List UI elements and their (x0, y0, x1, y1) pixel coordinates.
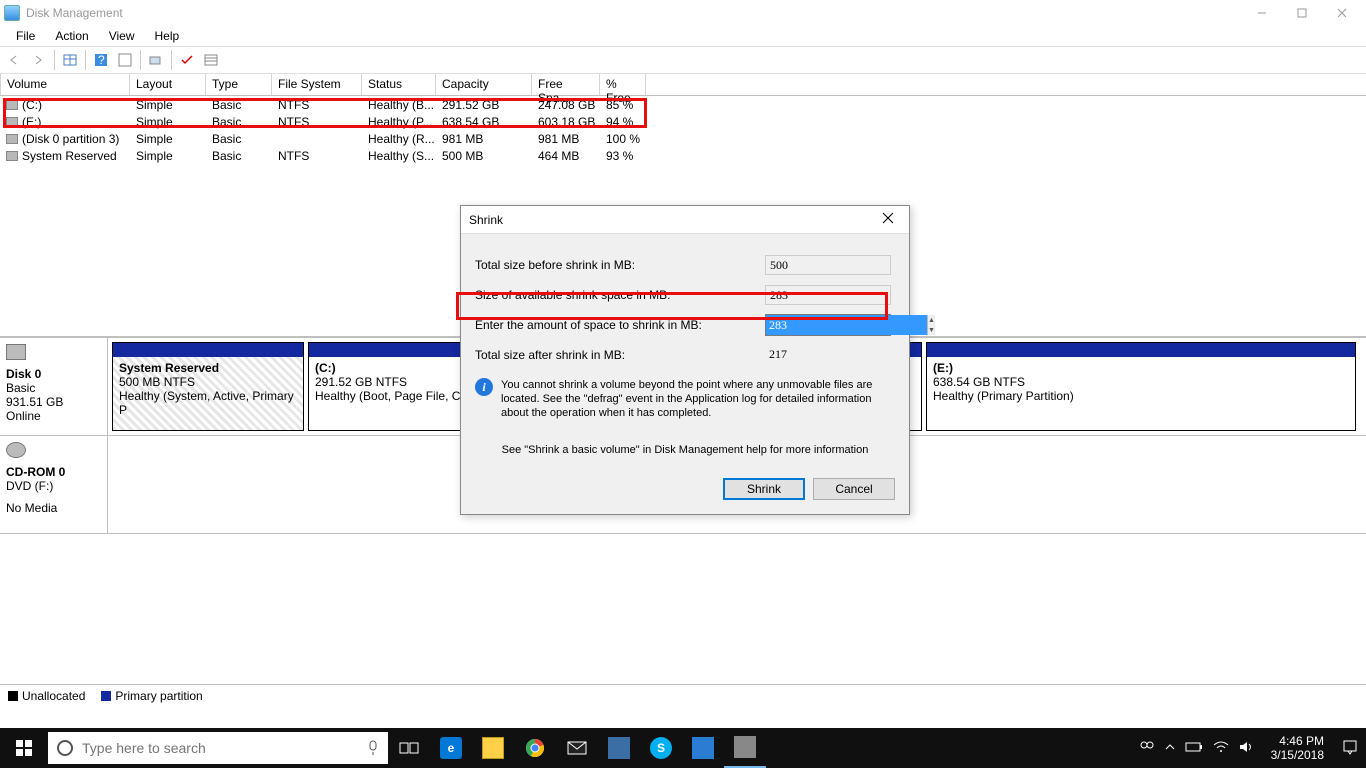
disk-0-size: 931.51 GB (6, 395, 101, 409)
start-button[interactable] (0, 728, 48, 768)
value-total-before: 500 (765, 255, 891, 275)
cdrom-drive: DVD (F:) (6, 479, 101, 493)
svg-text:?: ? (98, 53, 105, 67)
wifi-icon[interactable] (1213, 741, 1229, 756)
back-button[interactable] (4, 49, 26, 71)
cdrom-label[interactable]: CD-ROM 0 DVD (F:) No Media (0, 436, 108, 533)
label-total-before: Total size before shrink in MB: (475, 258, 765, 272)
dialog-title: Shrink (469, 213, 875, 227)
tray-chevron-icon[interactable] (1165, 741, 1175, 755)
legend: Unallocated Primary partition (0, 684, 1366, 706)
legend-unallocated-swatch (8, 691, 18, 701)
shrink-dialog: Shrink Total size before shrink in MB: 5… (460, 205, 910, 515)
mic-icon[interactable] (366, 739, 380, 757)
taskbar-app-1[interactable] (598, 728, 640, 768)
disk-0-status: Online (6, 409, 101, 423)
col-volume[interactable]: Volume (0, 74, 130, 95)
volume-row[interactable]: (Disk 0 partition 3)SimpleBasicHealthy (… (0, 130, 1366, 147)
col-type[interactable]: Type (206, 74, 272, 95)
clock[interactable]: 4:46 PM 3/15/2018 (1263, 734, 1332, 762)
menu-bar: File Action View Help (0, 26, 1366, 46)
volume-list-header: Volume Layout Type File System Status Ca… (0, 74, 1366, 96)
label-total-after: Total size after shrink in MB: (475, 348, 765, 362)
value-total-after: 217 (765, 345, 891, 365)
help-text: See "Shrink a basic volume" in Disk Mana… (475, 444, 895, 456)
app-icon (4, 5, 20, 21)
volume-row[interactable]: (C:)SimpleBasicNTFSHealthy (B...291.52 G… (0, 96, 1366, 113)
shrink-amount-input[interactable] (766, 315, 927, 335)
label-enter-amount: Enter the amount of space to shrink in M… (475, 318, 765, 332)
clock-date: 3/15/2018 (1271, 748, 1324, 762)
legend-primary-swatch (101, 691, 111, 701)
partition-e[interactable]: (E:) 638.54 GB NTFS Healthy (Primary Par… (926, 342, 1356, 431)
people-icon[interactable] (1139, 739, 1155, 758)
maximize-button[interactable] (1282, 2, 1322, 24)
skype-icon[interactable]: S (640, 728, 682, 768)
spinner-up[interactable]: ▲ (928, 315, 935, 325)
volume-row[interactable]: (E:)SimpleBasicNTFSHealthy (P...638.54 G… (0, 113, 1366, 130)
title-bar: Disk Management (0, 0, 1366, 26)
disk-icon (6, 344, 26, 360)
file-explorer-icon[interactable] (472, 728, 514, 768)
toolbar-check-icon[interactable] (176, 49, 198, 71)
disk-0-type: Basic (6, 381, 101, 395)
partition-system-reserved[interactable]: System Reserved 500 MB NTFS Healthy (Sys… (112, 342, 304, 431)
disk-management-taskbar-icon[interactable] (724, 728, 766, 768)
cdrom-icon (6, 442, 26, 458)
info-text: You cannot shrink a volume beyond the po… (501, 378, 895, 420)
col-layout[interactable]: Layout (130, 74, 206, 95)
shrink-amount-spinner[interactable]: ▲ ▼ (765, 314, 891, 336)
taskbar-app-2[interactable] (682, 728, 724, 768)
volume-icon[interactable] (1239, 741, 1253, 756)
spinner-down[interactable]: ▼ (928, 325, 935, 335)
disk-0-label[interactable]: Disk 0 Basic 931.51 GB Online (0, 338, 108, 435)
refresh-icon[interactable] (114, 49, 136, 71)
search-box[interactable] (48, 732, 388, 764)
toolbar-action-icon[interactable] (145, 49, 167, 71)
col-status[interactable]: Status (362, 74, 436, 95)
toolbar-list-icon[interactable] (200, 49, 222, 71)
cancel-button[interactable]: Cancel (813, 478, 895, 500)
cdrom-status: No Media (6, 501, 101, 515)
value-available: 283 (765, 285, 891, 305)
help-icon[interactable]: ? (90, 49, 112, 71)
col-capacity[interactable]: Capacity (436, 74, 532, 95)
window-title: Disk Management (26, 6, 1242, 20)
col-freespace[interactable]: Free Spa... (532, 74, 600, 95)
label-available: Size of available shrink space in MB: (475, 288, 765, 302)
volume-row[interactable]: System ReservedSimpleBasicNTFSHealthy (S… (0, 147, 1366, 164)
cortana-icon (56, 739, 74, 757)
menu-help[interactable]: Help (145, 27, 190, 45)
close-button[interactable] (1322, 2, 1362, 24)
legend-unallocated: Unallocated (22, 689, 85, 703)
notifications-icon[interactable] (1342, 739, 1358, 758)
cdrom-name: CD-ROM 0 (6, 465, 101, 479)
toolbar-grid-icon[interactable] (59, 49, 81, 71)
dialog-title-bar[interactable]: Shrink (461, 206, 909, 234)
clock-time: 4:46 PM (1271, 734, 1324, 748)
legend-primary: Primary partition (115, 689, 202, 703)
info-icon: i (475, 378, 493, 396)
battery-icon[interactable] (1185, 741, 1203, 755)
mail-icon[interactable] (556, 728, 598, 768)
dialog-close-button[interactable] (875, 212, 901, 227)
task-view-icon[interactable] (388, 728, 430, 768)
menu-view[interactable]: View (99, 27, 145, 45)
disk-0-name: Disk 0 (6, 367, 101, 381)
forward-button[interactable] (28, 49, 50, 71)
toolbar: ? (0, 46, 1366, 74)
col-filesystem[interactable]: File System (272, 74, 362, 95)
taskbar: e S 4:46 PM 3/15/2018 (0, 728, 1366, 768)
minimize-button[interactable] (1242, 2, 1282, 24)
search-input[interactable] (82, 740, 358, 756)
chrome-icon[interactable] (514, 728, 556, 768)
menu-file[interactable]: File (6, 27, 45, 45)
shrink-button[interactable]: Shrink (723, 478, 805, 500)
menu-action[interactable]: Action (45, 27, 98, 45)
col-pctfree[interactable]: % Free (600, 74, 646, 95)
edge-icon[interactable]: e (430, 728, 472, 768)
